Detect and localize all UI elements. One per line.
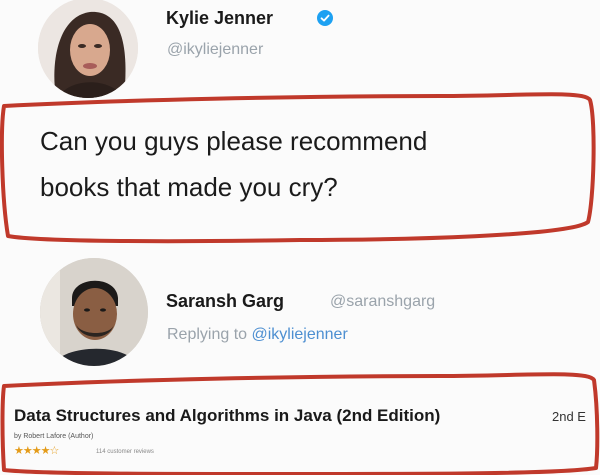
- avatar-kylie[interactable]: [38, 0, 138, 98]
- reply-author-handle[interactable]: @saranshgarg: [330, 293, 435, 311]
- verified-badge-icon: [317, 10, 333, 26]
- replying-to: Replying to @ikyliejenner: [167, 326, 348, 344]
- avatar-photo-icon: [38, 0, 138, 98]
- avatar-saransh[interactable]: [40, 258, 148, 366]
- tweet-text-line-2: books that made you cry?: [40, 172, 338, 202]
- tweet-text: Can you guys please recommend books that…: [40, 118, 580, 210]
- book-rating-stars-icon: ★★★★☆: [14, 445, 59, 457]
- replying-to-label: Replying to: [167, 326, 248, 343]
- tweet-text-line-1: Can you guys please recommend: [40, 126, 428, 156]
- author-handle[interactable]: @ikyliejenner: [167, 41, 263, 59]
- replying-to-link[interactable]: @ikyliejenner: [252, 326, 348, 343]
- book-edition-tag: 2nd E: [552, 409, 586, 424]
- book-title[interactable]: Data Structures and Algorithms in Java (…: [14, 406, 440, 426]
- reply-author-name[interactable]: Saransh Garg: [166, 291, 284, 312]
- book-author[interactable]: by Robert Lafore (Author): [14, 433, 93, 440]
- avatar-photo-icon: [40, 258, 148, 366]
- book-reviews-link[interactable]: 114 customer reviews: [96, 449, 154, 455]
- author-name[interactable]: Kylie Jenner: [166, 8, 273, 29]
